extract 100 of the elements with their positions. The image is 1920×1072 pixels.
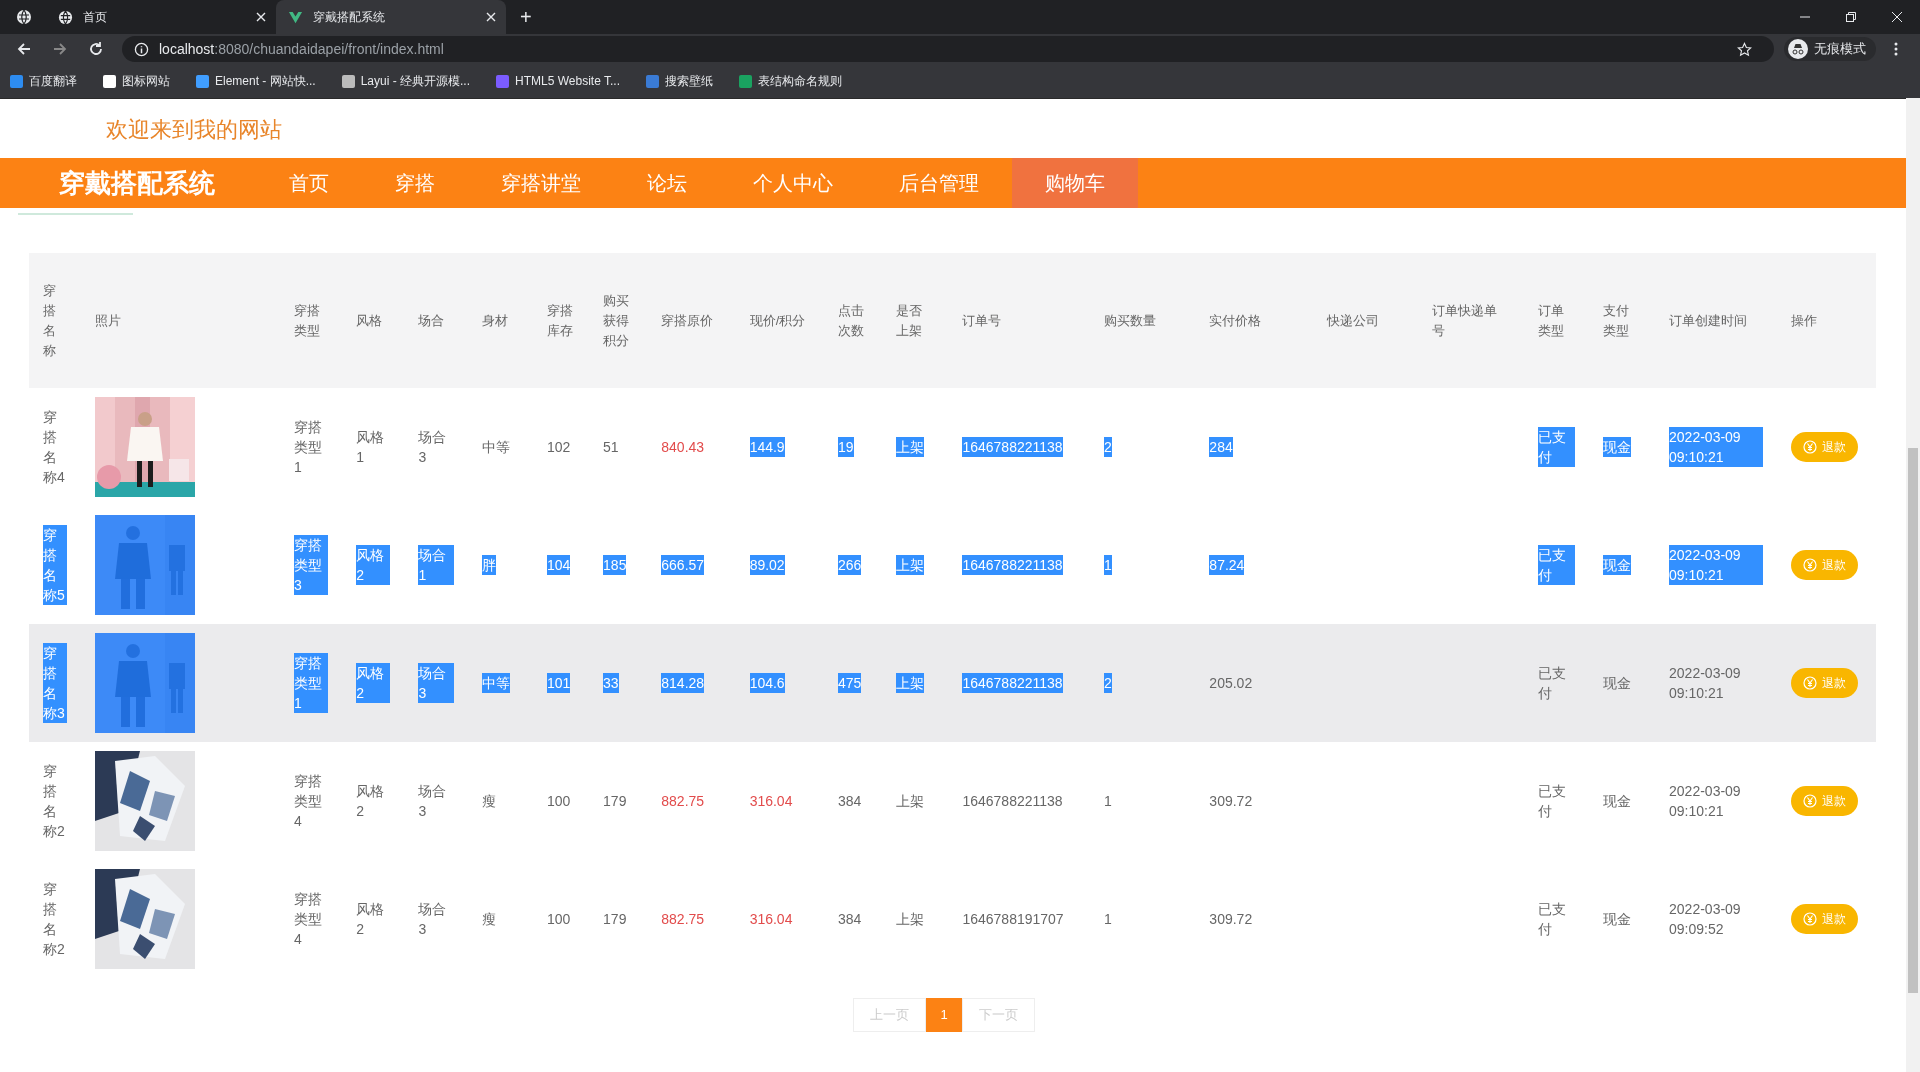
close-icon[interactable]: [486, 12, 496, 22]
nav-item[interactable]: 后台管理: [866, 158, 1012, 208]
nav-item[interactable]: 个人中心: [720, 158, 866, 208]
nav-item[interactable]: 购物车: [1012, 158, 1138, 208]
nav-item[interactable]: 穿搭讲堂: [468, 158, 614, 208]
table-cell-text: 2022-03-09 09:09:52: [1669, 900, 1742, 939]
browser-tab[interactable]: 首页: [46, 0, 276, 34]
column-header: 穿搭库存: [546, 302, 573, 338]
table-cell: 2: [1103, 673, 1112, 693]
table-cell: 风格2: [356, 545, 391, 585]
table-cell: 185: [603, 555, 627, 575]
page-button[interactable]: 1: [926, 998, 962, 1032]
table-cell: 1: [1103, 555, 1112, 575]
refund-button[interactable]: 退款: [1790, 550, 1858, 580]
table-cell-text: 穿搭名称2: [43, 762, 66, 841]
bookmark[interactable]: 百度翻译: [10, 72, 77, 90]
scrollbar[interactable]: [1906, 98, 1920, 1072]
table-cell: 已支付: [1537, 545, 1575, 585]
nav-item[interactable]: 穿搭: [362, 158, 468, 208]
table-cell: 胖: [481, 555, 496, 575]
bookmark[interactable]: 表结构命名规则: [739, 72, 842, 90]
table-cell-text: 1: [1103, 792, 1112, 811]
bookmark[interactable]: 图标网站: [103, 72, 170, 90]
column-header: 订单号: [962, 312, 1002, 328]
table-cell-text: 882.75: [661, 792, 705, 811]
table-cell-text: 2022-03-09 09:10:21: [1669, 664, 1742, 703]
table-cell: 475: [837, 673, 862, 693]
table-cell-text: 穿搭类型4: [293, 890, 323, 949]
table-cell: 2022-03-09 09:10:21: [1669, 427, 1763, 467]
table-cell-text: 现金: [1602, 910, 1631, 929]
table-cell: 89.02: [749, 555, 785, 575]
table-cell-text: 场合3: [418, 428, 448, 467]
table-cell: 已支付: [1537, 427, 1575, 467]
column-header: 购买数量: [1103, 312, 1156, 328]
table-cell: 1646788221138: [962, 673, 1063, 693]
table-cell: 33: [603, 673, 619, 693]
scrollbar-thumb[interactable]: [1908, 448, 1918, 993]
table-cell-text: 穿搭名称4: [43, 408, 66, 487]
close-icon[interactable]: [256, 12, 266, 22]
bookmark[interactable]: Element - 网站快...: [196, 72, 316, 90]
table-cell-text: 穿搭类型4: [293, 772, 323, 831]
table-cell-text: 场合3: [418, 782, 448, 821]
table-cell-text: 2022-03-09 09:10:21: [1669, 782, 1742, 821]
table-cell: 666.57: [661, 555, 705, 575]
column-header: 快递公司: [1326, 312, 1379, 328]
star-icon[interactable]: [1737, 41, 1752, 57]
table-cell-text: 384: [837, 910, 862, 929]
yen-icon: [1802, 912, 1817, 926]
table-cell: 场合1: [418, 545, 454, 585]
table-cell-text: 已支付: [1537, 782, 1567, 821]
browser-tab[interactable]: 穿戴搭配系统: [276, 0, 506, 34]
table-cell-text: 风格2: [356, 782, 386, 821]
refund-button[interactable]: 退款: [1790, 904, 1858, 934]
restore-icon[interactable]: [1845, 11, 1857, 23]
table-cell: 上架: [896, 555, 925, 575]
table-cell-text: 316.04: [749, 792, 793, 811]
table-cell: 上架: [896, 437, 925, 457]
table-cell-text: 瘦: [481, 792, 496, 811]
table-cell: 现金: [1602, 437, 1631, 457]
column-header: 照片: [95, 312, 122, 328]
column-header: 实付价格: [1209, 312, 1262, 328]
new-tab-button[interactable]: +: [506, 0, 546, 34]
column-header: 订单类型: [1537, 302, 1564, 338]
table-cell: 穿搭名称3: [43, 643, 68, 723]
yen-icon: [1802, 440, 1817, 454]
close-icon[interactable]: [1891, 11, 1903, 23]
globe-icon[interactable]: [16, 9, 32, 25]
table-cell: 场合3: [418, 663, 454, 703]
bookmark[interactable]: 搜索壁纸: [646, 72, 713, 90]
table-cell: 穿搭类型1: [293, 653, 329, 713]
address-bar[interactable]: localhost:8080/chuandaidapei/front/index.html: [122, 36, 1774, 62]
table-cell-text: 1646788191707: [962, 910, 1064, 929]
table-cell-text: 179: [603, 792, 627, 811]
welcome-text: 欢迎来到我的网站: [105, 116, 283, 144]
column-header: 现价/积分: [749, 312, 806, 328]
table-cell: 284: [1209, 437, 1233, 457]
nav-item[interactable]: 首页: [256, 158, 362, 208]
table-cell-text: 上架: [896, 910, 925, 929]
bookmark[interactable]: HTML5 Website T...: [496, 74, 620, 88]
table-cell: 101: [546, 673, 571, 693]
table-cell-text: 风格2: [356, 900, 386, 939]
site-title: 穿戴搭配系统: [59, 166, 215, 200]
table-cell-text: 100: [546, 792, 571, 811]
table-cell-text: 瘦: [481, 910, 496, 929]
table-cell: 1646788221138: [962, 555, 1063, 575]
refund-button[interactable]: 退款: [1790, 432, 1858, 462]
nav-item[interactable]: 论坛: [614, 158, 720, 208]
table-cell-text: 179: [603, 910, 627, 929]
table-cell-text: 穿搭名称2: [43, 880, 66, 959]
refund-button[interactable]: 退款: [1790, 786, 1858, 816]
bookmark[interactable]: Layui - 经典开源模...: [341, 72, 471, 90]
incognito-icon: [1788, 39, 1808, 59]
column-header: 是否上架: [896, 302, 923, 338]
table-cell-text: 场合3: [418, 900, 448, 939]
refund-button[interactable]: 退款: [1790, 668, 1858, 698]
column-header: 穿搭原价: [661, 312, 714, 328]
profile-button[interactable]: 无痕模式: [1784, 37, 1876, 61]
table-cell-text: 882.75: [661, 910, 705, 929]
table-cell: 104.6: [749, 673, 785, 693]
table-cell-text: 384: [837, 792, 862, 811]
